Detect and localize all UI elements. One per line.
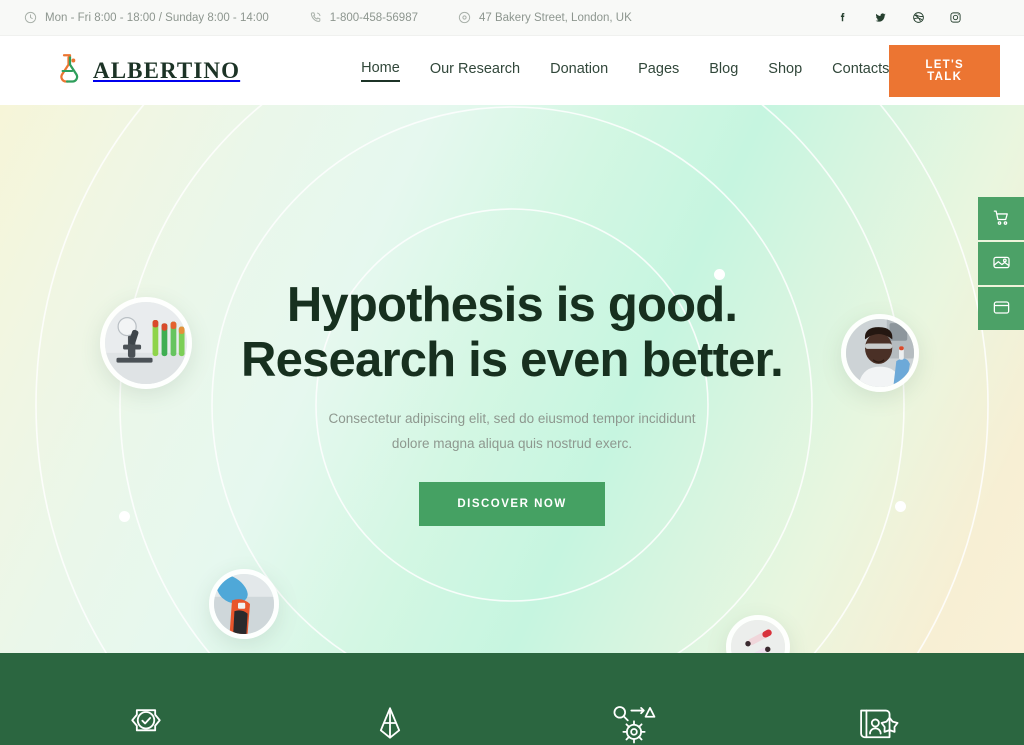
- instagram-icon[interactable]: [949, 11, 962, 24]
- business-hours-text: Mon - Fri 8:00 - 18:00 / Sunday 8:00 - 1…: [45, 11, 269, 24]
- phone-number-text: 1-800-458-56987: [329, 11, 418, 24]
- gallery-icon-button[interactable]: [978, 242, 1024, 285]
- research-gear-icon: [610, 701, 658, 745]
- feature-item-pen[interactable]: [268, 701, 512, 745]
- map-pin-icon: [458, 11, 471, 24]
- office-address-text: 47 Bakery Street, London, UK: [479, 11, 632, 24]
- hero-content: Hypothesis is good. Research is even bet…: [0, 105, 1024, 526]
- nav-item-our-research[interactable]: Our Research: [430, 61, 520, 81]
- blood-sample-tubes-image: [731, 620, 785, 653]
- floating-side-toolbar: [978, 197, 1024, 330]
- hero-subtitle-line-1: Consectetur adipiscing elit, sed do eius…: [328, 410, 696, 426]
- nav-item-donation[interactable]: Donation: [550, 61, 608, 81]
- phone-number[interactable]: 1-800-458-56987: [309, 11, 418, 24]
- nav-item-pages[interactable]: Pages: [638, 61, 679, 81]
- certificate-card-icon: [854, 701, 902, 745]
- clock-icon: [24, 11, 37, 24]
- main-navigation: Home Our Research Donation Pages Blog Sh…: [361, 60, 889, 82]
- hero-subtitle-line-2: dolore magna aliqua quis nostrud exerc.: [391, 435, 633, 451]
- cart-icon-button[interactable]: [978, 197, 1024, 240]
- feature-item-certificate[interactable]: [756, 701, 1000, 745]
- nav-item-home[interactable]: Home: [361, 60, 400, 82]
- gloved-hand-with-bottle-image: [214, 574, 274, 634]
- site-header: ALBERTINO Home Our Research Donation Pag…: [0, 36, 1024, 105]
- verified-badge-icon: [124, 701, 168, 745]
- pen-nib-icon: [368, 701, 412, 745]
- twitter-icon[interactable]: [873, 11, 888, 24]
- lets-talk-button[interactable]: LET'S TALK: [889, 44, 1000, 97]
- flask-logo-icon: [52, 52, 82, 89]
- hero-heading-line-2: Research is even better.: [241, 332, 784, 387]
- nav-item-blog[interactable]: Blog: [709, 61, 738, 81]
- hero-section: Hypothesis is good. Research is even bet…: [0, 105, 1024, 653]
- brand-name: ALBERTINO: [93, 57, 241, 83]
- hero-heading: Hypothesis is good. Research is even bet…: [0, 278, 1024, 388]
- layout-icon-button[interactable]: [978, 287, 1024, 330]
- thumbnail-gloves[interactable]: [209, 569, 279, 639]
- office-address: 47 Bakery Street, London, UK: [458, 11, 632, 24]
- social-links: [836, 11, 1000, 24]
- site-logo[interactable]: ALBERTINO: [52, 52, 240, 89]
- hero-subtitle: Consectetur adipiscing elit, sed do eius…: [0, 407, 1024, 457]
- top-info-bar: Mon - Fri 8:00 - 18:00 / Sunday 8:00 - 1…: [0, 0, 1024, 36]
- discover-now-button[interactable]: DISCOVER NOW: [419, 481, 605, 526]
- feature-item-verified[interactable]: [24, 701, 268, 745]
- gallery-icon: [992, 253, 1011, 275]
- phone-icon: [309, 11, 322, 24]
- feature-item-research[interactable]: [512, 701, 756, 745]
- features-strip: [0, 653, 1024, 745]
- hero-heading-line-1: Hypothesis is good.: [286, 278, 738, 332]
- business-hours: Mon - Fri 8:00 - 18:00 / Sunday 8:00 - 1…: [24, 11, 269, 24]
- facebook-icon[interactable]: [836, 11, 849, 24]
- nav-item-contacts[interactable]: Contacts: [832, 61, 889, 81]
- cart-icon: [992, 208, 1011, 230]
- dribbble-icon[interactable]: [912, 11, 925, 24]
- layout-icon: [992, 298, 1011, 320]
- nav-item-shop[interactable]: Shop: [768, 61, 802, 81]
